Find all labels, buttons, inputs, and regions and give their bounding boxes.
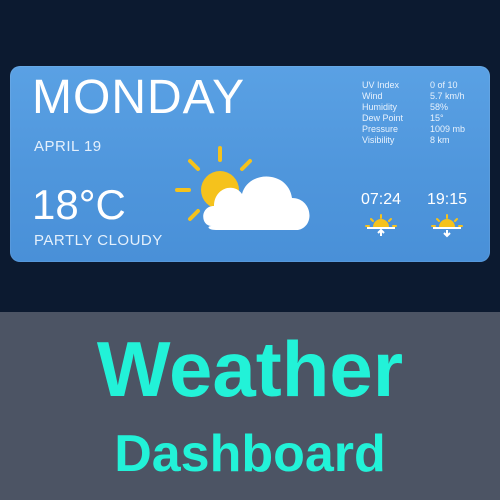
sunrise-block: 07:24 xyxy=(356,192,406,238)
sunrise-time: 07:24 xyxy=(360,191,402,208)
stat-value: 0 of 10 xyxy=(430,80,458,90)
caption-title: Weather xyxy=(96,325,404,413)
weather-widget: MONDAY APRIL 19 18°C PARTLY CLOUDY UV In… xyxy=(10,66,490,262)
stat-value: 1009 mb xyxy=(430,124,466,134)
stat-label: Visibility xyxy=(362,135,395,145)
sunset-icon xyxy=(431,214,463,238)
stat-label: Pressure xyxy=(362,124,399,134)
stat-row: Humidity 58% xyxy=(362,102,482,113)
stat-row: Wind 5.7 km/h xyxy=(362,91,482,102)
stat-value: 5.7 km/h xyxy=(430,91,465,101)
date-label: APRIL 19 xyxy=(34,138,102,155)
sunrise-icon xyxy=(365,214,397,236)
stat-label: Wind xyxy=(362,91,383,101)
caption-panel: Weather Dashboard xyxy=(0,312,500,500)
stat-row: Dew Point 15° xyxy=(362,113,482,124)
stat-label: Humidity xyxy=(362,102,398,112)
stat-label: UV Index xyxy=(362,80,400,90)
stat-row: Pressure 1009 mb xyxy=(362,124,482,135)
stat-label: Dew Point xyxy=(362,113,404,123)
stat-row: Visibility 8 km xyxy=(362,135,482,146)
stat-value: 15° xyxy=(430,113,444,123)
weather-stats: UV Index 0 of 10 Wind 5.7 km/h Humidity … xyxy=(362,80,482,146)
condition-label: PARTLY CLOUDY xyxy=(34,232,163,249)
sunset-time: 19:15 xyxy=(426,191,468,208)
stat-value: 58% xyxy=(430,102,449,112)
stat-row: UV Index 0 of 10 xyxy=(362,80,482,91)
sunset-block: 19:15 xyxy=(422,192,472,238)
day-label: MONDAY xyxy=(32,71,246,124)
caption-subtitle: Dashboard xyxy=(114,425,386,483)
temperature-label: 18°C xyxy=(32,181,126,228)
partly-cloudy-icon xyxy=(170,144,320,254)
stat-value: 8 km xyxy=(430,135,450,145)
